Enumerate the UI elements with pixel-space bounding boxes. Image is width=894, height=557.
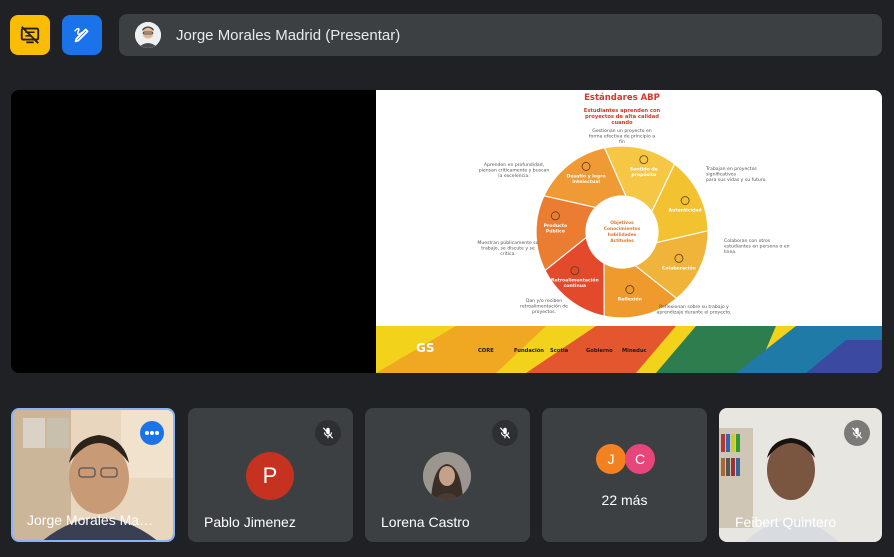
slide-title: Estándares ABP — [584, 93, 660, 103]
participant-name: Feibert Quintero — [735, 514, 837, 530]
participant-tile-feibert[interactable]: Feibert Quintero — [719, 408, 882, 542]
mic-off-indicator — [315, 420, 341, 446]
participant-tile-others[interactable]: J C 22 más — [542, 408, 707, 542]
segment-annotation: Dan y/o reciben retroalimentación de proye… — [520, 298, 568, 315]
mic-off-icon — [499, 427, 511, 439]
wheel-center — [590, 200, 654, 264]
wheel-segment-label: Reflexión — [618, 296, 642, 303]
mic-off-icon — [322, 427, 334, 439]
participant-avatar-initial: P — [246, 452, 294, 500]
participant-tile-pablo[interactable]: P Pablo Jimenez — [188, 408, 353, 542]
participant-avatar-photo — [423, 452, 471, 500]
wheel-segment-label: Desafío y logro intelectual — [567, 172, 606, 185]
footer-logo: Fundación — [514, 347, 544, 354]
presenter-bar[interactable]: Jorge Morales Madrid (Presentar) — [119, 14, 882, 56]
mic-off-indicator — [844, 420, 870, 446]
segment-annotation: Colaboran con otros estudiantes en person… — [724, 238, 790, 255]
presenter-avatar — [135, 22, 161, 48]
participant-name: Pablo Jimenez — [204, 514, 296, 530]
screen-share-off-icon — [20, 26, 40, 44]
more-options-button[interactable] — [140, 421, 164, 445]
more-dots-icon — [145, 431, 159, 435]
slide-footer-band: GS CORE Fundación Scotia Gobierno Mineduc — [376, 326, 882, 373]
footer-logo: Scotia — [550, 348, 569, 354]
wheel-segment-label: Sentido de propósito — [630, 167, 658, 179]
participant-tile-lorena[interactable]: Lorena Castro — [365, 408, 530, 542]
participant-tile-self[interactable]: Jorge Morales Ma… — [11, 408, 175, 542]
presentation-stage: Estándares ABP Estudiantes aprenden con p… — [11, 90, 882, 373]
mic-off-indicator — [492, 420, 518, 446]
participant-name: Lorena Castro — [381, 514, 470, 530]
mic-off-icon — [851, 427, 863, 439]
footer-logo: GS — [416, 341, 435, 355]
more-participants-count: 22 más — [601, 492, 648, 508]
footer-logo: Mineduc — [622, 348, 647, 354]
footer-logo: Gobierno — [586, 348, 613, 354]
wheel-segment-label: Colaboración — [662, 264, 696, 271]
segment-annotation: Gestionan un proyecto en forma efectiva d… — [589, 128, 655, 145]
segment-annotation: Reflexionan sobre su trabajo y aprendizaj… — [657, 304, 732, 316]
slide-top-line: Estudiantes aprenden con proyectos de alt… — [584, 108, 661, 126]
pen-icon — [74, 27, 89, 43]
segment-annotation: Muestran públicamente su trabajo, se disc… — [477, 239, 538, 257]
presentation-toggle-button[interactable] — [10, 15, 50, 55]
annotate-button[interactable] — [62, 15, 102, 55]
participant-avatar-initial: C — [625, 444, 655, 474]
participant-name: Jorge Morales Ma… — [27, 512, 154, 528]
presented-slide: Estándares ABP Estudiantes aprenden con p… — [376, 90, 882, 373]
segment-annotation: Aprenden en profundidad, piensan críticam… — [479, 162, 550, 179]
segment-annotation: Trabajan en proyectos significativos para … — [705, 166, 767, 183]
presenter-label: Jorge Morales Madrid (Presentar) — [176, 26, 401, 44]
participant-avatar-initial: J — [596, 444, 626, 474]
wheel-segment-label: Autenticidad — [669, 208, 702, 214]
abp-wheel: Sentido de propósito Autenticidad Colaborac… — [535, 145, 709, 319]
footer-logo: CORE — [478, 348, 494, 354]
slide-top-statement: Estudiantes aprenden con proyectos de alt… — [584, 108, 661, 126]
wheel-segment-label: Producto Público — [544, 223, 567, 235]
